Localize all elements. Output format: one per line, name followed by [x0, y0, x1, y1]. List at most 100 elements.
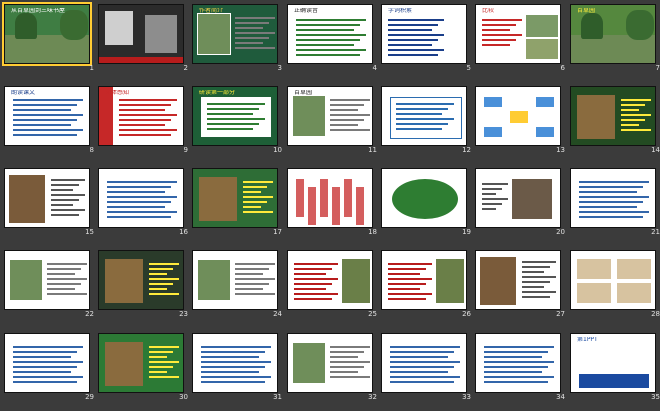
text-line — [201, 381, 265, 383]
slide-title: 字词积累 — [388, 8, 413, 14]
slide-thumbnail[interactable] — [4, 168, 90, 228]
slide-thumbnail[interactable] — [192, 168, 278, 228]
slide-number: 23 — [179, 310, 188, 318]
text-line — [388, 19, 444, 21]
slide-thumbnail[interactable] — [570, 168, 656, 228]
slide-thumbnail[interactable] — [287, 168, 373, 228]
slide-number: 17 — [273, 228, 282, 236]
slide-number: 2 — [183, 64, 188, 72]
slide-thumbnail[interactable] — [287, 250, 373, 310]
slide-thumbnail[interactable] — [98, 250, 184, 310]
text-line — [482, 39, 516, 41]
slide-thumbnail[interactable]: 作者简介 — [192, 4, 278, 64]
slide-thumbnail[interactable] — [475, 250, 561, 310]
text-line — [13, 124, 71, 126]
slide-cell: 比较 6 — [475, 4, 569, 72]
slide-title: 从百草园到三味书屋 — [11, 8, 66, 14]
slide-number: 28 — [651, 310, 660, 318]
slide-thumbnail[interactable] — [570, 86, 656, 146]
slide-number: 14 — [651, 146, 660, 154]
slide-thumbnail[interactable] — [381, 168, 467, 228]
slide-cell: 32 — [287, 333, 381, 401]
text-line — [13, 109, 71, 111]
slide-title: 第1PPT — [577, 337, 598, 343]
text-line — [235, 42, 263, 44]
text-line — [388, 268, 426, 270]
text-line — [107, 201, 171, 203]
text-line — [621, 114, 651, 116]
slide-thumbnail[interactable] — [192, 333, 278, 393]
text-line — [119, 104, 171, 106]
slide-thumbnail[interactable]: 百草园 — [570, 4, 656, 64]
text-line — [235, 263, 275, 265]
text-line — [47, 268, 81, 270]
grid-cell — [577, 283, 611, 303]
photo-image — [197, 259, 231, 301]
text-line — [243, 186, 267, 188]
text-line — [330, 124, 358, 126]
slide-thumbnail[interactable] — [192, 250, 278, 310]
slide-thumbnail[interactable] — [98, 4, 184, 64]
text-line — [51, 179, 85, 181]
slide-thumbnail[interactable]: 百草园 — [287, 86, 373, 146]
char-column — [296, 179, 304, 217]
slide-thumbnail[interactable]: 从百草园到三味书屋 — [2, 2, 92, 66]
text-line — [235, 288, 263, 290]
slide-thumbnail[interactable]: 研读第一部分 — [192, 86, 278, 146]
slide-thumbnail[interactable] — [381, 333, 467, 393]
slide-number: 33 — [462, 393, 471, 401]
text-line — [149, 361, 179, 363]
text-line — [330, 351, 364, 353]
text-line — [396, 123, 448, 125]
slide-thumbnail[interactable] — [475, 86, 561, 146]
slide-title: 朗读课文 — [11, 90, 36, 96]
slide-thumbnail[interactable]: 正确读音 — [287, 4, 373, 64]
slide-thumbnail[interactable]: 字词积累 — [381, 4, 467, 64]
slide-thumbnail[interactable]: 比较 — [475, 4, 561, 64]
slide-thumbnail[interactable]: 整体感知 — [98, 86, 184, 146]
slide-number: 22 — [85, 310, 94, 318]
text-line — [201, 376, 271, 378]
text-line — [482, 188, 502, 190]
slide-thumbnail[interactable] — [475, 168, 561, 228]
text-line — [396, 103, 454, 105]
slide-thumbnail[interactable]: 朗读课文 — [4, 86, 90, 146]
slide-thumbnail[interactable]: 第1PPT — [570, 333, 656, 393]
slide-cell: 29 — [4, 333, 98, 401]
tree-icon — [581, 13, 603, 39]
slide-thumbnail[interactable] — [381, 86, 467, 146]
text-line — [149, 346, 179, 348]
slide-number: 1 — [89, 64, 94, 72]
text-line — [235, 32, 275, 34]
photo-image — [199, 177, 237, 221]
text-line — [13, 346, 83, 348]
photo-image — [105, 259, 143, 303]
text-line — [119, 114, 177, 116]
slide-number: 29 — [85, 393, 94, 401]
char-column — [344, 179, 352, 217]
slide-thumbnail[interactable] — [4, 250, 90, 310]
text-line — [243, 191, 261, 193]
slide-cell: 正确读音 4 — [287, 4, 381, 72]
photo-image — [9, 259, 43, 301]
slide-number: 11 — [368, 146, 377, 154]
text-line — [579, 211, 649, 213]
slide-thumbnail[interactable] — [381, 250, 467, 310]
photo-image — [9, 175, 45, 223]
photo-image — [512, 179, 552, 219]
text-line — [296, 19, 366, 21]
text-line — [119, 129, 177, 131]
text-line — [390, 346, 460, 348]
slide-thumbnail[interactable] — [98, 168, 184, 228]
text-line — [396, 118, 454, 120]
text-line — [13, 361, 83, 363]
text-line — [388, 298, 426, 300]
slide-thumbnail[interactable] — [98, 333, 184, 393]
text-line — [13, 381, 77, 383]
slide-thumbnail[interactable] — [287, 333, 373, 393]
text-line — [522, 261, 556, 263]
slide-thumbnail[interactable] — [4, 333, 90, 393]
text-line — [119, 119, 171, 121]
slide-thumbnail[interactable] — [475, 333, 561, 393]
slide-thumbnail[interactable] — [570, 250, 656, 310]
